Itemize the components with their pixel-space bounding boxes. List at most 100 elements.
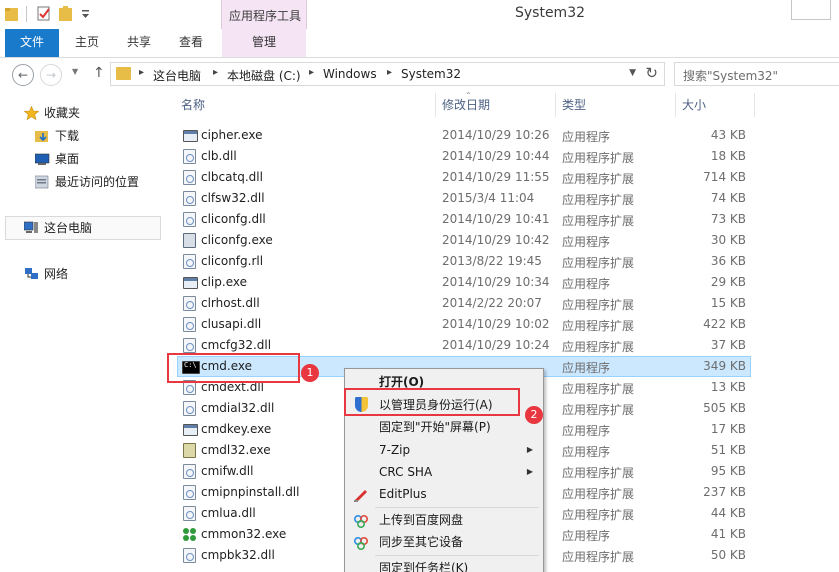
file-size: 422 KB	[703, 317, 746, 331]
properties-icon[interactable]	[36, 5, 52, 23]
file-type: 应用程序扩展	[562, 151, 635, 165]
column-header-size[interactable]: 大小	[676, 93, 755, 117]
file-type: 应用程序	[562, 529, 611, 543]
menu-item-crc-sha[interactable]: CRC SHA ▶	[347, 461, 541, 483]
file-type: 应用程序扩展	[562, 403, 635, 417]
column-header-type[interactable]: 类型	[556, 93, 676, 117]
up-arrow-icon[interactable]: ↑	[93, 65, 105, 81]
sync-icon	[353, 535, 369, 551]
tab-manage[interactable]: 管理	[222, 29, 306, 57]
annotation-badge-1: 1	[301, 364, 319, 382]
file-name: clfsw32.dll	[201, 191, 265, 205]
file-date: 2014/10/29 10:02	[442, 317, 550, 331]
table-row[interactable]: cliconfg.rll 2013/8/22 19:45 应用程序扩展 36 KB	[165, 251, 755, 272]
divider	[26, 6, 27, 22]
address-bar[interactable]: ▸ 这台电脑 ▸ 本地磁盘 (C:) ▸ Windows ▸ System32 …	[110, 62, 665, 86]
file-size: 505 KB	[703, 401, 746, 415]
customize-toolbar-icon[interactable]	[80, 5, 96, 23]
table-row[interactable]: clb.dll 2014/10/29 10:44 应用程序扩展 18 KB	[165, 146, 755, 167]
forward-button[interactable]: →	[40, 64, 62, 86]
file-date: 2014/10/29 10:26	[442, 128, 550, 142]
close-button[interactable]	[791, 0, 831, 20]
breadcrumb-system32[interactable]: System32	[401, 67, 461, 81]
menu-item-7zip[interactable]: 7-Zip ▶	[347, 439, 541, 461]
menu-item-sync-devices[interactable]: 同步至其它设备	[347, 531, 541, 553]
application-icon	[183, 233, 196, 248]
menu-item-editplus[interactable]: EditPlus	[347, 483, 541, 505]
file-name: cmdl32.exe	[201, 443, 271, 457]
file-size: 41 KB	[710, 527, 746, 541]
menu-separator	[375, 507, 539, 508]
breadcrumb-windows[interactable]: Windows	[323, 67, 377, 81]
column-header-name[interactable]: 名称	[175, 93, 436, 117]
breadcrumb-local-disk[interactable]: 本地磁盘 (C:)	[227, 67, 301, 84]
file-date: 2014/10/29 10:42	[442, 233, 550, 247]
tab-file[interactable]: 文件	[5, 29, 59, 57]
file-size: 15 KB	[710, 296, 746, 310]
editplus-icon	[353, 487, 369, 502]
file-name: cliconfg.dll	[201, 212, 266, 226]
breadcrumb-separator-icon[interactable]: ▸	[387, 67, 392, 78]
file-type: 应用程序	[562, 130, 611, 144]
tab-view[interactable]: 查看	[167, 29, 215, 57]
back-button[interactable]: ←	[12, 64, 34, 86]
submenu-arrow-icon: ▶	[526, 445, 533, 454]
file-type: 应用程序扩展	[562, 382, 635, 396]
address-history-dropdown-icon[interactable]: ▼	[629, 68, 636, 78]
breadcrumb-separator-icon[interactable]: ▸	[309, 67, 314, 78]
column-header-row: 名称 ⌃ 修改日期 类型 大小	[165, 91, 755, 117]
computer-icon	[23, 221, 39, 235]
dll-file-icon	[183, 317, 196, 332]
table-row[interactable]: clrhost.dll 2014/2/22 20:07 应用程序扩展 15 KB	[165, 293, 755, 314]
new-folder-icon[interactable]	[58, 5, 74, 23]
tab-home[interactable]: 主页	[63, 29, 111, 57]
refresh-icon[interactable]: ↻	[645, 64, 658, 82]
file-size: 95 KB	[710, 464, 746, 478]
breadcrumb-this-pc[interactable]: 这台电脑	[153, 67, 201, 84]
file-name: cmifw.dll	[201, 464, 254, 478]
downloads-folder-icon	[35, 129, 50, 143]
file-date: 2014/10/29 10:34	[442, 275, 550, 289]
file-type: 应用程序扩展	[562, 466, 635, 480]
recent-locations-dropdown-icon[interactable]: ▼	[72, 67, 78, 76]
file-size: 36 KB	[710, 254, 746, 268]
menu-item-upload-baidu[interactable]: 上传到百度网盘	[347, 509, 541, 531]
file-date: 2014/10/29 10:44	[442, 149, 550, 163]
table-row[interactable]: cipher.exe 2014/10/29 10:26 应用程序 43 KB	[165, 125, 755, 146]
table-row[interactable]: clusapi.dll 2014/10/29 10:02 应用程序扩展 422 KB	[165, 314, 755, 335]
breadcrumb-separator-icon[interactable]: ▸	[213, 67, 218, 78]
file-size: 51 KB	[710, 443, 746, 457]
navigation-bar: ← → ▼ ↑ ▸ 这台电脑 ▸ 本地磁盘 (C:) ▸ Windows ▸ S…	[0, 59, 839, 89]
dll-file-icon	[183, 191, 196, 206]
desktop-icon	[34, 152, 50, 166]
file-type: 应用程序扩展	[562, 508, 635, 522]
file-type: 应用程序	[562, 235, 611, 249]
file-name: clbcatq.dll	[201, 170, 263, 184]
star-icon	[23, 105, 40, 121]
breadcrumb-separator-icon[interactable]: ▸	[139, 67, 144, 78]
dll-file-icon	[183, 464, 196, 479]
file-size: 29 KB	[710, 275, 746, 289]
table-row[interactable]: clfsw32.dll 2015/3/4 11:04 应用程序扩展 74 KB	[165, 188, 755, 209]
ribbon-tabs: 文件 主页 共享 查看 管理	[0, 29, 839, 58]
dll-file-icon	[183, 506, 196, 521]
network-icon	[24, 267, 39, 281]
table-row[interactable]: cliconfg.exe 2014/10/29 10:42 应用程序 30 KB	[165, 230, 755, 251]
file-name: cmlua.dll	[201, 506, 256, 520]
tab-share[interactable]: 共享	[115, 29, 163, 57]
highlight-box-run-as-admin	[344, 388, 520, 416]
dll-file-icon	[183, 149, 196, 164]
dll-file-icon	[183, 296, 196, 311]
menu-item-pin-to-start[interactable]: 固定到"开始"屏幕(P)	[347, 416, 541, 438]
column-header-date[interactable]: 修改日期	[436, 93, 556, 117]
table-row[interactable]: clbcatq.dll 2014/10/29 11:55 应用程序扩展 714 KB	[165, 167, 755, 188]
menu-item-pin-to-taskbar[interactable]: 固定到任务栏(K)	[347, 557, 541, 572]
table-row[interactable]: cliconfg.dll 2014/10/29 10:41 应用程序扩展 73 KB	[165, 209, 755, 230]
table-row[interactable]: clip.exe 2014/10/29 10:34 应用程序 29 KB	[165, 272, 755, 293]
context-group-title: 应用程序工具	[228, 9, 301, 23]
file-name: cmipnpinstall.dll	[201, 485, 300, 499]
dll-file-icon	[183, 401, 196, 416]
dll-file-icon	[183, 548, 196, 563]
dll-file-icon	[183, 254, 196, 269]
search-input[interactable]: 搜索"System32"	[674, 62, 839, 86]
